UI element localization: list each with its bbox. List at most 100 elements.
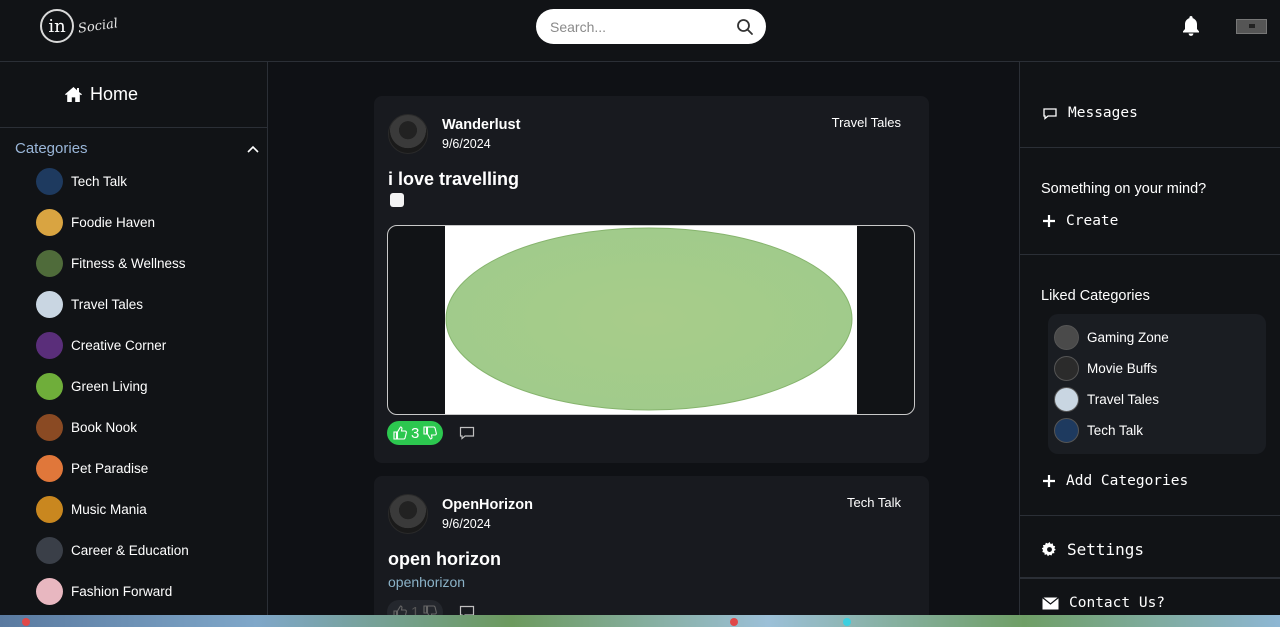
- music-mania-icon: [36, 496, 63, 523]
- add-categories-label: Add Categories: [1066, 473, 1189, 489]
- search-bar: [536, 9, 766, 44]
- sidebar-category-item[interactable]: Music Mania: [36, 489, 267, 530]
- book-nook-icon: [36, 414, 63, 441]
- categories-title: Categories: [15, 140, 88, 157]
- sidebar-category-item[interactable]: Foodie Haven: [36, 202, 267, 243]
- sidebar-category-label: Music Mania: [71, 502, 147, 517]
- gear-icon: [1042, 542, 1056, 557]
- comment-icon[interactable]: [459, 605, 475, 615]
- plus-icon: [1043, 475, 1055, 487]
- liked-category-label: Tech Talk: [1087, 423, 1144, 438]
- category-list: Tech Talk Foodie Haven Fitness & Wellness T…: [0, 161, 267, 612]
- thumbs-up-icon[interactable]: [393, 426, 407, 440]
- thumbs-down-icon[interactable]: [423, 605, 438, 615]
- sidebar-category-label: Book Nook: [71, 420, 138, 435]
- post-body: openhorizon: [388, 574, 466, 590]
- sidebar-category-item[interactable]: Fitness & Wellness: [36, 243, 267, 284]
- gaming-zone-icon: [1054, 325, 1079, 350]
- envelope-icon: [1042, 596, 1059, 609]
- sidebar-category-label: Fashion Forward: [71, 584, 173, 599]
- emoji-icon: [390, 193, 404, 207]
- sidebar-category-label: Foodie Haven: [71, 215, 156, 230]
- app-logo[interactable]: in Social: [40, 8, 119, 44]
- thumbs-down-icon[interactable]: [423, 426, 438, 440]
- post-date: 9/6/2024: [442, 137, 491, 151]
- sidebar-category-item[interactable]: Travel Tales: [36, 284, 267, 325]
- contact-label: Contact Us?: [1069, 595, 1166, 611]
- contact-section: Contact Us?: [1020, 578, 1280, 611]
- add-categories-button[interactable]: Add Categories: [1042, 473, 1188, 489]
- post-date: 9/6/2024: [442, 517, 491, 531]
- taskbar-app-icon[interactable]: [843, 618, 851, 626]
- messages-label: Messages: [1068, 105, 1138, 121]
- fitness-icon: [36, 250, 63, 277]
- thumbs-up-icon[interactable]: [393, 605, 407, 615]
- sidebar-category-item[interactable]: Creative Corner: [36, 325, 267, 366]
- bell-icon[interactable]: [1179, 14, 1203, 38]
- post-author-avatar[interactable]: [388, 494, 428, 534]
- comment-icon[interactable]: [459, 426, 475, 440]
- liked-category-item[interactable]: Travel Tales: [1054, 384, 1266, 415]
- contact-link[interactable]: Contact Us?: [1042, 595, 1165, 611]
- categories-header[interactable]: Categories: [0, 128, 267, 161]
- messages-link[interactable]: Messages: [1042, 105, 1138, 121]
- settings-label: Settings: [1067, 540, 1145, 559]
- post-author[interactable]: Wanderlust: [442, 117, 520, 133]
- right-sidebar: Messages Something on your mind? Create …: [1019, 62, 1280, 615]
- sidebar-category-item[interactable]: Fashion Forward: [36, 571, 267, 612]
- liked-categories-list: Gaming Zone Movie Buffs Travel Tales Tech T…: [1048, 314, 1266, 454]
- sidebar-category-label: Green Living: [71, 379, 148, 394]
- user-avatar[interactable]: [1236, 19, 1267, 34]
- liked-category-item[interactable]: Movie Buffs: [1054, 353, 1266, 384]
- liked-category-label: Gaming Zone: [1087, 330, 1169, 345]
- messages-section: Messages: [1020, 62, 1280, 148]
- vote-control: 1: [387, 600, 444, 616]
- liked-categories-title: Liked Categories: [1041, 288, 1150, 304]
- message-icon: [1043, 108, 1057, 120]
- logo-script: Social: [77, 15, 119, 37]
- create-section: Something on your mind? Create: [1020, 148, 1280, 255]
- post-card[interactable]: OpenHorizon 9/6/2024 Tech Talk open hori…: [374, 476, 929, 615]
- liked-category-item[interactable]: Tech Talk: [1054, 415, 1266, 446]
- vote-control: 3: [387, 421, 444, 445]
- post-author-avatar[interactable]: [388, 114, 428, 154]
- liked-category-label: Travel Tales: [1087, 392, 1160, 407]
- post-category[interactable]: Travel Tales: [832, 115, 901, 130]
- creative-corner-icon: [36, 332, 63, 359]
- sidebar-category-item[interactable]: Tech Talk: [36, 161, 267, 202]
- post-author[interactable]: OpenHorizon: [442, 497, 533, 513]
- sidebar-category-item[interactable]: Book Nook: [36, 407, 267, 448]
- chevron-up-icon[interactable]: [247, 145, 259, 153]
- travel-tales-icon: [1054, 387, 1079, 412]
- vote-count: 1: [411, 603, 420, 616]
- taskbar-app-icon[interactable]: [22, 618, 30, 626]
- post-card[interactable]: Wanderlust 9/6/2024 Travel Tales i love …: [374, 96, 929, 463]
- post-title[interactable]: i love travelling: [388, 169, 519, 190]
- plus-icon: [1043, 215, 1055, 227]
- search-icon[interactable]: [736, 18, 754, 36]
- post-image[interactable]: [387, 225, 915, 415]
- sidebar-category-item[interactable]: Green Living: [36, 366, 267, 407]
- movie-buffs-icon: [1054, 356, 1079, 381]
- foodie-haven-icon: [36, 209, 63, 236]
- vote-count: 3: [411, 424, 420, 442]
- liked-category-item[interactable]: Gaming Zone: [1054, 322, 1266, 353]
- create-button[interactable]: Create: [1042, 213, 1118, 229]
- post-actions: 3: [387, 421, 475, 445]
- sidebar-category-label: Career & Education: [71, 543, 189, 558]
- sidebar-category-label: Pet Paradise: [71, 461, 149, 476]
- search-input[interactable]: [550, 18, 736, 35]
- home-icon: [64, 87, 82, 102]
- home-link[interactable]: Home: [0, 62, 267, 128]
- home-label: Home: [89, 84, 138, 104]
- fashion-icon: [36, 578, 63, 605]
- settings-section: Settings: [1020, 516, 1280, 578]
- green-living-icon: [36, 373, 63, 400]
- pet-paradise-icon: [36, 455, 63, 482]
- post-category[interactable]: Tech Talk: [847, 495, 901, 510]
- post-title[interactable]: open horizon: [388, 549, 501, 570]
- taskbar-app-icon[interactable]: [730, 618, 738, 626]
- sidebar-category-item[interactable]: Pet Paradise: [36, 448, 267, 489]
- sidebar-category-item[interactable]: Career & Education: [36, 530, 267, 571]
- settings-link[interactable]: Settings: [1042, 540, 1144, 559]
